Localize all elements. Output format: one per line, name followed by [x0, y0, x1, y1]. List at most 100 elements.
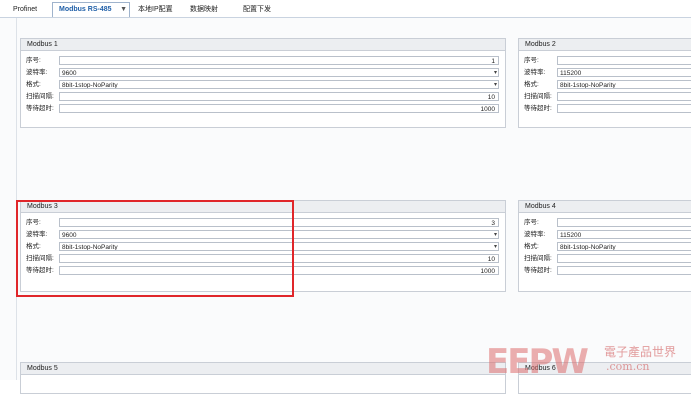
- tab-profinet[interactable]: Profinet: [13, 3, 37, 17]
- baud-value: 9600: [62, 232, 77, 239]
- scan-input[interactable]: 10: [59, 92, 499, 101]
- dropdown-arrow-icon[interactable]: ▾: [494, 69, 497, 76]
- panel-title: Modbus 3: [21, 201, 505, 213]
- seq-label: 序号:: [524, 219, 539, 226]
- scan-label: 扫描间隔:: [524, 93, 552, 100]
- panel-title: Modbus 5: [21, 363, 505, 375]
- dropdown-arrow-icon[interactable]: ▾: [494, 231, 497, 238]
- format-value: 8bit-1stop-NoParity: [560, 244, 616, 251]
- scan-row: 扫描间隔:: [524, 92, 691, 102]
- format-label: 格式:: [524, 243, 539, 250]
- dropdown-arrow-icon[interactable]: ▾: [494, 81, 497, 88]
- timeout-input[interactable]: 1000: [59, 266, 499, 275]
- baud-select[interactable]: 9600 ▾: [59, 230, 499, 239]
- modbus-panel-3: Modbus 3 序号: 3 波特率: 9600 ▾ 格式: 8bit-1stop-NoPar…: [20, 200, 506, 292]
- format-value: 8bit-1stop-NoParity: [560, 82, 616, 89]
- seq-value: 1: [491, 58, 495, 65]
- baud-label: 波特率:: [26, 231, 48, 238]
- baud-select[interactable]: 115200▾: [557, 230, 691, 239]
- tab-label: 数据映射: [190, 6, 218, 13]
- baud-value: 9600: [62, 70, 77, 77]
- timeout-row: 等待超时: 1000: [26, 266, 500, 276]
- seq-label: 序号:: [26, 57, 41, 64]
- scan-value: 10: [487, 94, 495, 101]
- timeout-label: 等待超时:: [524, 105, 552, 112]
- watermark-cn-text: 電子產品世界: [604, 345, 677, 359]
- seq-input[interactable]: 3: [59, 218, 499, 227]
- format-select[interactable]: 8bit-1stop-NoParity▾: [557, 80, 691, 89]
- format-select[interactable]: 8bit-1stop-NoParity ▾: [59, 80, 499, 89]
- baud-select[interactable]: 9600 ▾: [59, 68, 499, 77]
- tab-local-ip-config[interactable]: 本地IP配置: [138, 3, 173, 17]
- seq-value: 3: [491, 220, 495, 227]
- baud-row: 波特率: 9600 ▾: [26, 68, 500, 78]
- timeout-label: 等待超时:: [26, 105, 54, 112]
- baud-label: 波特率:: [524, 231, 546, 238]
- baud-row: 波特率: 115200▾: [524, 68, 691, 78]
- baud-row: 波特率: 9600 ▾: [26, 230, 500, 240]
- modbus-panel-2: Modbus 2 序号: 波特率: 115200▾ 格式: 8bit-1stop-NoPa…: [518, 38, 691, 128]
- modbus-panel-1: Modbus 1 序号: 1 波特率: 9600 ▾ 格式: 8bit-1stop-NoPar…: [20, 38, 506, 128]
- timeout-row: 等待超时: 1000: [26, 104, 500, 114]
- tab-label: Modbus RS-485: [59, 6, 112, 13]
- timeout-input[interactable]: [557, 104, 691, 113]
- seq-row: 序号: 1: [26, 56, 500, 66]
- timeout-input[interactable]: 1000: [59, 104, 499, 113]
- baud-value: 115200: [560, 232, 582, 239]
- tab-label: Profinet: [13, 6, 38, 13]
- seq-input[interactable]: [557, 218, 691, 227]
- scan-label: 扫描间隔:: [26, 255, 54, 262]
- scan-input[interactable]: 10: [59, 254, 499, 263]
- chevron-down-icon[interactable]: ▼: [120, 3, 127, 16]
- format-value: 8bit-1stop-NoParity: [62, 244, 118, 251]
- seq-row: 序号:: [524, 218, 691, 228]
- panel-title: Modbus 1: [21, 39, 505, 51]
- format-select[interactable]: 8bit-1stop-NoParity ▾: [59, 242, 499, 251]
- seq-input[interactable]: [557, 56, 691, 65]
- scan-label: 扫描间隔:: [26, 93, 54, 100]
- scan-value: 10: [487, 256, 495, 263]
- scan-row: 扫描间隔: 10: [26, 92, 500, 102]
- tab-bar: Profinet Modbus RS-485 ▼ 本地IP配置 数据映射 配置下…: [0, 0, 691, 18]
- baud-select[interactable]: 115200▾: [557, 68, 691, 77]
- format-row: 格式: 8bit-1stop-NoParity▾: [524, 80, 691, 90]
- watermark-logo: EEPW 電子產品世界 .com.cn: [486, 340, 691, 382]
- scan-label: 扫描间隔:: [524, 255, 552, 262]
- dropdown-arrow-icon[interactable]: ▾: [494, 243, 497, 250]
- timeout-label: 等待超时:: [524, 267, 552, 274]
- baud-label: 波特率:: [524, 69, 546, 76]
- scan-input[interactable]: [557, 254, 691, 263]
- seq-row: 序号: 3: [26, 218, 500, 228]
- tab-modbus-rs485[interactable]: Modbus RS-485 ▼: [52, 2, 130, 17]
- modbus-panel-5: Modbus 5: [20, 362, 506, 394]
- format-value: 8bit-1stop-NoParity: [62, 82, 118, 89]
- seq-input[interactable]: 1: [59, 56, 499, 65]
- tab-config-deploy[interactable]: 配置下发: [243, 3, 271, 17]
- baud-label: 波特率:: [26, 69, 48, 76]
- tab-data-mapping[interactable]: 数据映射: [190, 3, 218, 17]
- panel-title: Modbus 2: [519, 39, 691, 51]
- baud-value: 115200: [560, 70, 582, 77]
- timeout-row: 等待超时:: [524, 104, 691, 114]
- format-select[interactable]: 8bit-1stop-NoParity▾: [557, 242, 691, 251]
- format-label: 格式:: [26, 81, 41, 88]
- divider: [16, 18, 17, 380]
- timeout-value: 1000: [480, 106, 495, 113]
- scan-input[interactable]: [557, 92, 691, 101]
- panel-title: Modbus 4: [519, 201, 691, 213]
- tab-label: 本地IP配置: [138, 6, 173, 13]
- timeout-label: 等待超时:: [26, 267, 54, 274]
- seq-row: 序号:: [524, 56, 691, 66]
- timeout-input[interactable]: [557, 266, 691, 275]
- timeout-row: 等待超时:: [524, 266, 691, 276]
- timeout-value: 1000: [480, 268, 495, 275]
- format-label: 格式:: [524, 81, 539, 88]
- scan-row: 扫描间隔: 10: [26, 254, 500, 264]
- format-row: 格式: 8bit-1stop-NoParity▾: [524, 242, 691, 252]
- format-row: 格式: 8bit-1stop-NoParity ▾: [26, 80, 500, 90]
- watermark-url-text: .com.cn: [606, 360, 650, 373]
- seq-label: 序号:: [26, 219, 41, 226]
- watermark-logo-text: EEPW: [486, 342, 589, 382]
- modbus-panel-4: Modbus 4 序号: 波特率: 115200▾ 格式: 8bit-1stop-NoPa…: [518, 200, 691, 292]
- scan-row: 扫描间隔:: [524, 254, 691, 264]
